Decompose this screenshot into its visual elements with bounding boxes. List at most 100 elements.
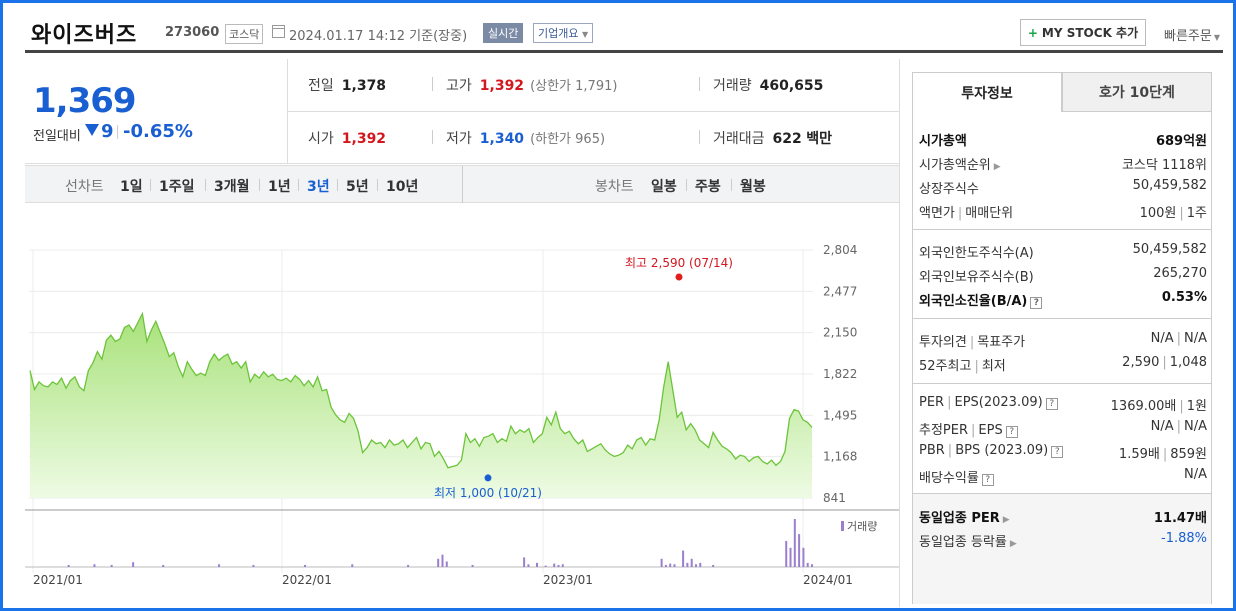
eps-value: 1원 bbox=[1186, 399, 1207, 414]
tab-investment-info[interactable]: 투자정보 bbox=[912, 72, 1062, 112]
divider bbox=[913, 229, 1211, 230]
period-3y[interactable]: 3년 bbox=[307, 176, 330, 196]
help-icon[interactable]: ? bbox=[1051, 446, 1064, 458]
divider: | bbox=[947, 443, 953, 458]
divider: | bbox=[1162, 447, 1168, 462]
week52-high-value: 2,590 bbox=[1122, 355, 1160, 370]
per-label-wrap: PER | EPS(2023.09)? bbox=[919, 395, 1058, 410]
est-per-value-wrap: N/A | N/A bbox=[1151, 419, 1207, 434]
volume-bar bbox=[557, 564, 560, 567]
market-cap-label: 시가총액 bbox=[919, 134, 967, 149]
dividend-value: N/A bbox=[1184, 467, 1207, 482]
par-value: 100원 bbox=[1139, 206, 1177, 221]
realtime-button[interactable]: 실시간 bbox=[483, 23, 524, 43]
change-value: 9 bbox=[101, 121, 114, 142]
price-chart-svg: 2,804 2,477 2,150 1,822 1,495 1,168 841 2021/01… bbox=[25, 243, 899, 587]
x-tick-label: 2023/01 bbox=[543, 573, 593, 587]
foreign-ratio-label-wrap: 외국인소진율(B/A)? bbox=[919, 290, 1043, 309]
volume-bar bbox=[407, 564, 410, 567]
volume-bar bbox=[561, 564, 564, 567]
low-price: 저가 1,340 (하한가 965) bbox=[432, 128, 605, 148]
pbr-label: PBR bbox=[919, 443, 945, 458]
chevron-right-icon: ▶ bbox=[993, 162, 1001, 172]
volume-bar bbox=[93, 564, 96, 567]
pbr-label-wrap: PBR | BPS (2023.09)? bbox=[919, 443, 1064, 458]
volume-bar bbox=[686, 562, 689, 567]
date-value: 2024.01.17 14:12 bbox=[289, 29, 406, 44]
volume-bar bbox=[694, 564, 697, 567]
shares-value: 50,459,582 bbox=[1132, 178, 1207, 193]
prev-close-value: 1,378 bbox=[341, 78, 387, 94]
volume-bar bbox=[437, 558, 440, 567]
period-1y[interactable]: 1년 bbox=[268, 176, 291, 196]
chevron-down-icon: ▼ bbox=[1213, 33, 1220, 42]
target-label: 목표주가 bbox=[977, 335, 1026, 350]
foreign-hold-label: 외국인보유주식수(B) bbox=[919, 270, 1034, 285]
upper-limit: (상한가 1,791) bbox=[530, 79, 618, 94]
volume-value: 460,655 bbox=[759, 78, 824, 94]
est-per-value: N/A bbox=[1150, 419, 1174, 434]
price-chart[interactable]: 2,804 2,477 2,150 1,822 1,495 1,168 841 2021/01… bbox=[25, 203, 899, 603]
bps-label: BPS (2023.09) bbox=[955, 443, 1049, 458]
y-tick-label: 1,822 bbox=[823, 367, 857, 381]
quick-order-dropdown[interactable]: 빠른주문 ▼ bbox=[1164, 25, 1220, 44]
divider bbox=[686, 179, 687, 191]
cap-rank-row[interactable]: 시가총액순위 ▶ 코스닥 1118위 bbox=[919, 151, 1207, 173]
period-1d[interactable]: 1일 bbox=[120, 176, 143, 196]
period-3m[interactable]: 3개월 bbox=[214, 176, 250, 196]
dividend-label-wrap: 배당수익률? bbox=[919, 467, 994, 486]
divider bbox=[287, 111, 899, 112]
est-eps-value: N/A bbox=[1184, 419, 1207, 434]
low-label: 저가 bbox=[446, 131, 472, 147]
y-tick-label: 1,495 bbox=[823, 408, 857, 422]
candle-monthly[interactable]: 월봉 bbox=[740, 176, 766, 196]
period-5y[interactable]: 5년 bbox=[346, 176, 369, 196]
x-tick-label: 2021/01 bbox=[33, 573, 83, 587]
high-value: 1,392 bbox=[479, 78, 525, 94]
company-info-dropdown[interactable]: 기업개요 ▼ bbox=[533, 23, 594, 43]
change-percent: -0.65% bbox=[123, 121, 193, 142]
volume-bar bbox=[351, 564, 354, 567]
help-icon[interactable]: ? bbox=[1045, 398, 1058, 410]
divider bbox=[462, 166, 463, 203]
y-tick-label: 841 bbox=[823, 491, 846, 505]
help-icon[interactable]: ? bbox=[981, 474, 994, 486]
lot-label: 매매단위 bbox=[965, 206, 1014, 221]
help-icon[interactable]: ? bbox=[1030, 297, 1043, 309]
volume-bar bbox=[132, 562, 135, 567]
divider: | bbox=[1179, 399, 1184, 414]
candle-daily[interactable]: 일봉 bbox=[651, 176, 677, 196]
volume-label: 거래량 bbox=[713, 78, 752, 94]
volume-bar bbox=[690, 558, 693, 567]
period-10y[interactable]: 10년 bbox=[386, 176, 418, 196]
volume-bar bbox=[793, 519, 796, 567]
amount-value: 622 bbox=[772, 131, 802, 147]
divider bbox=[913, 318, 1211, 319]
est-eps-label: EPS bbox=[978, 423, 1003, 438]
help-icon[interactable]: ? bbox=[1005, 426, 1018, 438]
y-tick-label: 2,477 bbox=[823, 284, 857, 298]
quote-date: 2024.01.17 14:12 기준(장중) bbox=[289, 25, 467, 44]
pbr-value: 1.59배 bbox=[1118, 447, 1160, 462]
shares-label: 상장주식수 bbox=[919, 182, 979, 197]
chevron-down-icon: ▼ bbox=[581, 30, 589, 39]
divider bbox=[913, 383, 1211, 384]
volume-bar bbox=[252, 564, 255, 567]
period-1w[interactable]: 1주일 bbox=[159, 176, 195, 196]
industry-per-row[interactable]: 동일업종 PER ▶ 11.47배 bbox=[919, 504, 1207, 526]
opinion-value-wrap: N/A | N/A bbox=[1151, 331, 1207, 346]
volume-bar bbox=[527, 564, 530, 567]
week52-label-wrap: 52주최고 | 최저 bbox=[919, 355, 1006, 374]
candle-weekly[interactable]: 주봉 bbox=[695, 176, 721, 196]
my-stock-add-button[interactable]: + MY STOCK 추가 bbox=[1020, 19, 1146, 46]
industry-per-label: 동일업종 PER bbox=[919, 511, 1000, 526]
market-badge: 코스닥 bbox=[225, 24, 264, 44]
open-value: 1,392 bbox=[341, 131, 387, 147]
industry-rate-row[interactable]: 동일업종 등락률 ▶ -1.88% bbox=[919, 528, 1207, 550]
company-info-label: 기업개요 bbox=[538, 27, 579, 40]
volume-bar bbox=[523, 557, 526, 567]
x-tick-label: 2022/01 bbox=[282, 573, 332, 587]
y-tick-label: 1,168 bbox=[823, 450, 857, 464]
tab-quote-10[interactable]: 호가 10단계 bbox=[1062, 72, 1212, 112]
opinion-row: 투자의견 | 목표주가 N/A | N/A bbox=[919, 328, 1207, 350]
